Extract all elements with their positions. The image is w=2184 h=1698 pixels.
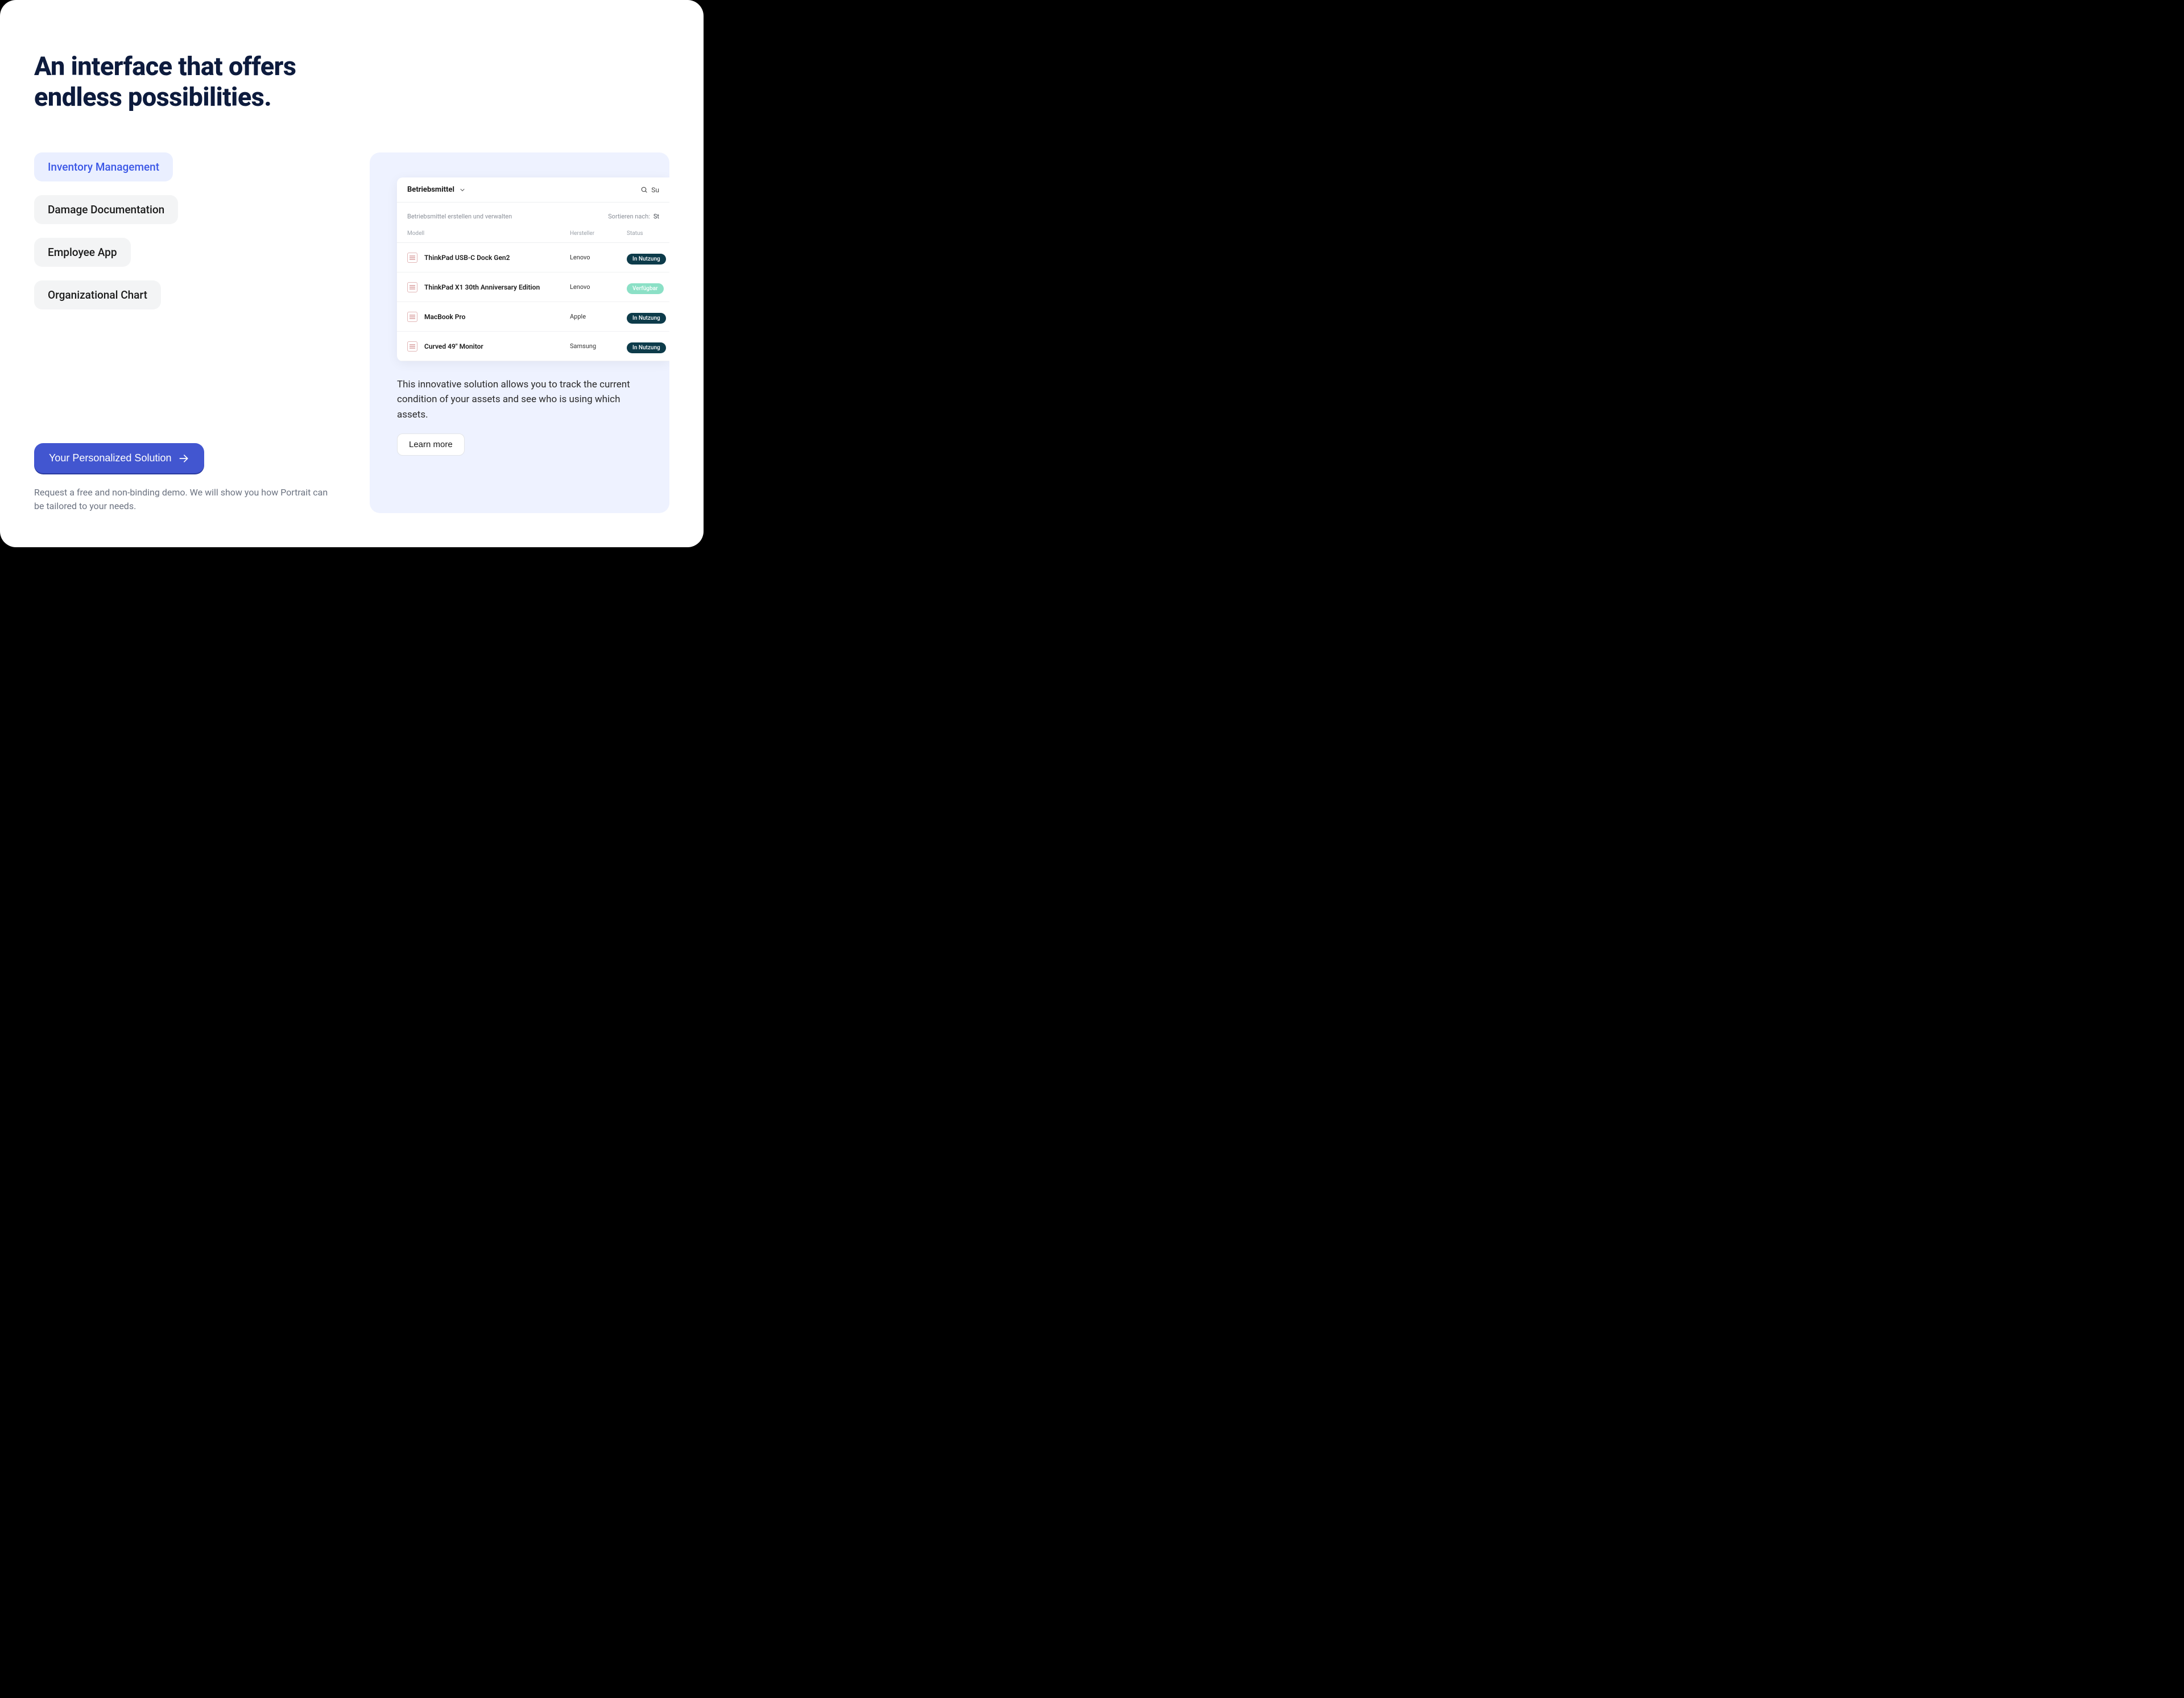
sort-value: St xyxy=(653,213,659,220)
tab-label: Inventory Management xyxy=(48,160,159,173)
app-preview-window: Betriebsmittel Su Betriebsmittel erstell… xyxy=(397,177,669,361)
tab-damage-documentation[interactable]: Damage Documentation xyxy=(34,195,178,224)
feature-panel: Betriebsmittel Su Betriebsmittel erstell… xyxy=(370,152,669,513)
document-icon xyxy=(407,341,417,352)
row-manufacturer: Apple xyxy=(570,313,627,320)
table-row[interactable]: ThinkPad USB-C Dock Gen2 Lenovo In Nutzu… xyxy=(397,243,669,272)
column-header-model: Modell xyxy=(407,230,570,237)
cta-button-label: Your Personalized Solution xyxy=(49,452,171,464)
status-badge: In Nutzung xyxy=(627,342,666,353)
document-icon xyxy=(407,282,417,292)
search-text: Su xyxy=(651,186,659,194)
tab-employee-app[interactable]: Employee App xyxy=(34,238,131,267)
search-icon xyxy=(640,186,648,193)
document-icon xyxy=(407,253,417,263)
tab-inventory-management[interactable]: Inventory Management xyxy=(34,152,173,181)
learn-more-button[interactable]: Learn more xyxy=(397,433,465,456)
row-manufacturer: Lenovo xyxy=(570,254,627,261)
tab-label: Damage Documentation xyxy=(48,203,164,216)
app-title-dropdown[interactable]: Betriebsmittel xyxy=(407,185,466,194)
status-badge: In Nutzung xyxy=(627,313,666,324)
left-column: An interface that offers endless possibi… xyxy=(34,51,336,513)
app-header: Betriebsmittel Su xyxy=(397,177,669,203)
app-search[interactable]: Su xyxy=(640,186,659,194)
column-header-status: Status xyxy=(627,230,659,237)
row-manufacturer: Samsung xyxy=(570,342,627,350)
status-badge: Verfügbar xyxy=(627,283,664,294)
tab-label: Organizational Chart xyxy=(48,288,147,301)
table-header: Modell Hersteller Status xyxy=(397,226,669,243)
row-model: MacBook Pro xyxy=(424,313,570,321)
table-row[interactable]: Curved 49" Monitor Samsung In Nutzung xyxy=(397,332,669,361)
page: An interface that offers endless possibi… xyxy=(0,0,704,547)
feature-tabs: Inventory Management Damage Documentatio… xyxy=(34,152,336,309)
right-column: Betriebsmittel Su Betriebsmittel erstell… xyxy=(370,51,669,513)
app-subtitle: Betriebsmittel erstellen und verwalten xyxy=(407,213,512,220)
row-model: Curved 49" Monitor xyxy=(424,342,570,350)
chevron-down-icon xyxy=(459,187,466,193)
table-row[interactable]: MacBook Pro Apple In Nutzung xyxy=(397,302,669,332)
page-headline: An interface that offers endless possibi… xyxy=(34,51,336,113)
column-header-manufacturer: Hersteller xyxy=(570,230,627,237)
panel-description: This innovative solution allows you to t… xyxy=(397,377,669,422)
table-row[interactable]: ThinkPad X1 30th Anniversary Edition Len… xyxy=(397,272,669,302)
cta-subtext: Request a free and non-binding demo. We … xyxy=(34,486,330,513)
sort-control[interactable]: Sortieren nach:St xyxy=(608,213,659,220)
app-subheader: Betriebsmittel erstellen und verwalten S… xyxy=(397,203,669,226)
sort-label: Sortieren nach: xyxy=(608,213,650,220)
arrow-right-icon xyxy=(178,453,189,464)
status-badge: In Nutzung xyxy=(627,254,666,265)
tab-label: Employee App xyxy=(48,246,117,259)
cta-block: Your Personalized Solution Request a fre… xyxy=(34,443,336,513)
document-icon xyxy=(407,312,417,322)
app-title-text: Betriebsmittel xyxy=(407,185,454,194)
row-manufacturer: Lenovo xyxy=(570,283,627,291)
tab-organizational-chart[interactable]: Organizational Chart xyxy=(34,280,161,309)
row-model: ThinkPad USB-C Dock Gen2 xyxy=(424,254,570,262)
personalized-solution-button[interactable]: Your Personalized Solution xyxy=(34,443,204,473)
row-model: ThinkPad X1 30th Anniversary Edition xyxy=(424,283,570,291)
